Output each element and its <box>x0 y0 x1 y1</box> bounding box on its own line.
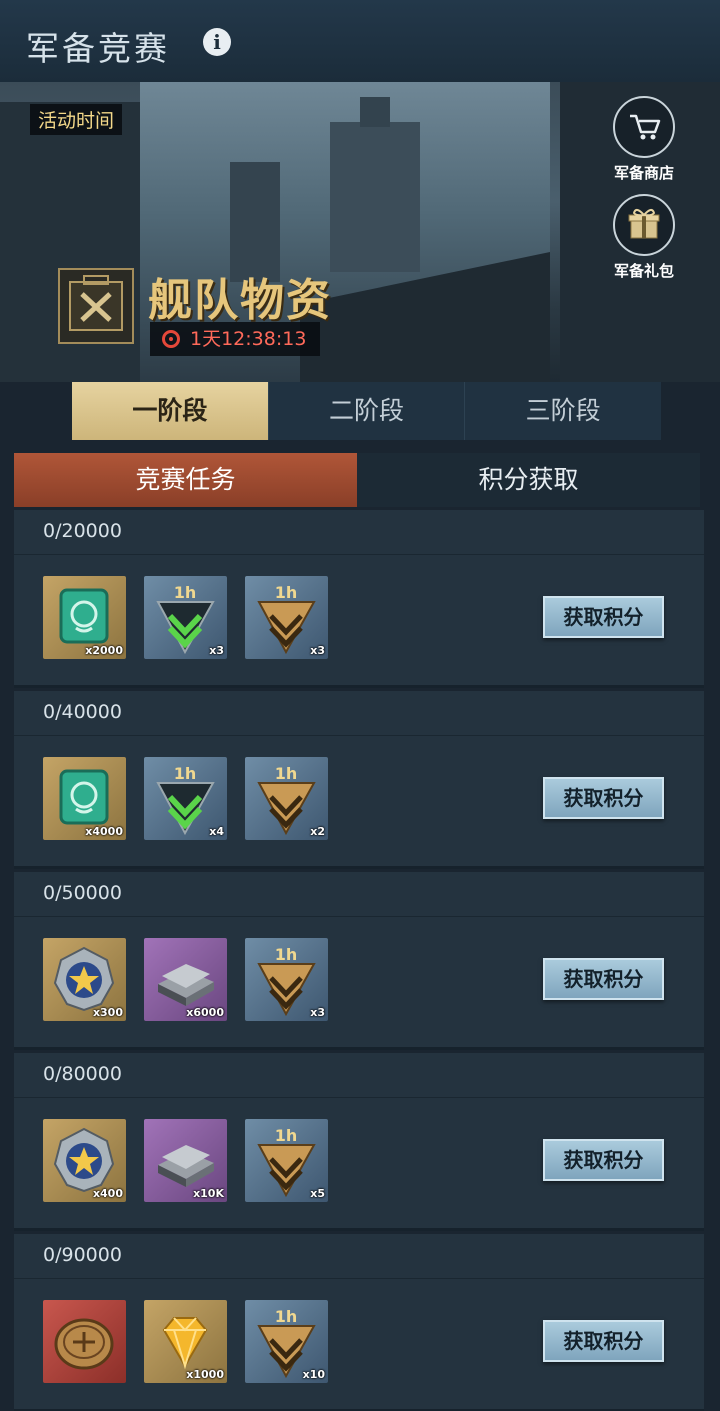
tab-stage-2[interactable]: 二阶段 <box>268 382 466 440</box>
event-title: 舰队物资 <box>148 275 332 326</box>
get-points-button[interactable]: 获取积分 <box>543 596 664 638</box>
shop-button[interactable]: 军备商店 <box>609 96 679 183</box>
activity-time-label[interactable]: 活动时间 <box>30 104 123 135</box>
reward-quantity: x400 <box>92 1187 123 1200</box>
event-banner: 活动时间 军备商店 军备礼包 舰队物资 1天12:38:13 <box>0 82 720 382</box>
gold-diamond-icon[interactable]: x1000 <box>144 1300 227 1383</box>
svg-text:1h: 1h <box>275 945 298 964</box>
top-bar: 军备竞赛 i <box>0 0 720 82</box>
gold-speedup-1h-icon[interactable]: 1h x3 <box>245 576 328 659</box>
star-medal-icon[interactable]: x300 <box>43 938 126 1021</box>
reward-quantity: x2000 <box>85 644 123 657</box>
reward-list: x1000 1h x10 <box>43 1300 328 1383</box>
reward-quantity: x3 <box>310 644 325 657</box>
reward-quantity: x10 <box>302 1368 325 1381</box>
task-score: 0/50000 <box>43 882 122 904</box>
card-divider <box>14 735 704 736</box>
green-speedup-1h-icon[interactable]: 1h x3 <box>144 576 227 659</box>
task-card: 0/20000 x2000 1h x3 1h x3 获取积分 <box>14 510 704 688</box>
reward-list: x2000 1h x3 1h x3 <box>43 576 328 659</box>
green-token-icon[interactable]: x4000 <box>43 757 126 840</box>
countdown-timer: 1天12:38:13 <box>150 322 321 356</box>
reward-quantity: x2 <box>310 825 325 838</box>
info-icon[interactable]: i <box>203 28 231 56</box>
get-points-button[interactable]: 获取积分 <box>543 777 664 819</box>
gift-button[interactable]: 军备礼包 <box>609 194 679 281</box>
gold-speedup-1h-icon[interactable]: 1h x3 <box>245 938 328 1021</box>
reward-list: x400 x10K 1h x5 <box>43 1119 328 1202</box>
task-card: 0/40000 x4000 1h x4 1h x2 获取积分 <box>14 691 704 869</box>
page-title: 军备竞赛 <box>26 29 170 68</box>
card-divider <box>14 1278 704 1279</box>
svg-text:1h: 1h <box>174 764 197 783</box>
card-divider <box>14 554 704 555</box>
gift-icon <box>613 194 675 256</box>
shop-label: 军备商店 <box>613 164 674 182</box>
get-points-button[interactable]: 获取积分 <box>543 1320 664 1362</box>
reward-quantity: x1000 <box>186 1368 224 1381</box>
cart-icon <box>613 96 675 158</box>
reward-list: x300 x6000 1h x3 <box>43 938 328 1021</box>
reward-list: x4000 1h x4 1h x2 <box>43 757 328 840</box>
steel-ingot-icon[interactable]: x6000 <box>144 938 227 1021</box>
section-tabs: 竞赛任务 积分获取 <box>14 453 700 507</box>
supply-crate-icon <box>58 268 134 344</box>
ship-mast <box>360 97 390 127</box>
clock-icon <box>162 330 180 348</box>
task-score: 0/20000 <box>43 520 122 542</box>
svg-text:1h: 1h <box>275 1126 298 1145</box>
coin-icon[interactable] <box>43 1300 126 1383</box>
reward-quantity: x3 <box>209 644 224 657</box>
reward-quantity: x5 <box>310 1187 325 1200</box>
svg-text:1h: 1h <box>174 583 197 602</box>
task-score: 0/40000 <box>43 701 122 723</box>
svg-text:1h: 1h <box>275 1307 298 1326</box>
reward-quantity: x6000 <box>186 1006 224 1019</box>
gold-speedup-1h-icon[interactable]: 1h x5 <box>245 1119 328 1202</box>
tab-stage-3[interactable]: 三阶段 <box>465 382 662 440</box>
reward-quantity: x3 <box>310 1006 325 1019</box>
tab-points-acquisition[interactable]: 积分获取 <box>357 453 700 507</box>
tab-stage-1[interactable]: 一阶段 <box>72 382 269 440</box>
tab-competition-tasks[interactable]: 竞赛任务 <box>14 453 357 507</box>
task-card: 0/80000 x400 x10K 1h x5 获取积分 <box>14 1053 704 1231</box>
gift-label: 军备礼包 <box>613 262 674 280</box>
ship-tower <box>330 122 420 272</box>
gold-speedup-1h-icon[interactable]: 1h x2 <box>245 757 328 840</box>
reward-quantity: x4000 <box>85 825 123 838</box>
task-score: 0/80000 <box>43 1063 122 1085</box>
star-medal-icon[interactable]: x400 <box>43 1119 126 1202</box>
steel-ingot-icon[interactable]: x10K <box>144 1119 227 1202</box>
get-points-button[interactable]: 获取积分 <box>543 958 664 1000</box>
task-card: 0/90000 x1000 1h x10 获取积分 <box>14 1234 704 1411</box>
card-divider <box>14 1097 704 1098</box>
svg-text:1h: 1h <box>275 583 298 602</box>
countdown-text: 1天12:38:13 <box>190 328 307 350</box>
card-divider <box>14 916 704 917</box>
green-token-icon[interactable]: x2000 <box>43 576 126 659</box>
green-speedup-1h-icon[interactable]: 1h x4 <box>144 757 227 840</box>
reward-quantity: x10K <box>193 1187 224 1200</box>
task-score: 0/90000 <box>43 1244 122 1266</box>
get-points-button[interactable]: 获取积分 <box>543 1139 664 1181</box>
task-card: 0/50000 x300 x6000 1h x3 获取积分 <box>14 872 704 1050</box>
svg-text:1h: 1h <box>275 764 298 783</box>
stage-tabs: 一阶段 二阶段 三阶段 <box>72 382 662 440</box>
reward-quantity: x300 <box>92 1006 123 1019</box>
gold-speedup-1h-icon[interactable]: 1h x10 <box>245 1300 328 1383</box>
reward-quantity: x4 <box>209 825 224 838</box>
